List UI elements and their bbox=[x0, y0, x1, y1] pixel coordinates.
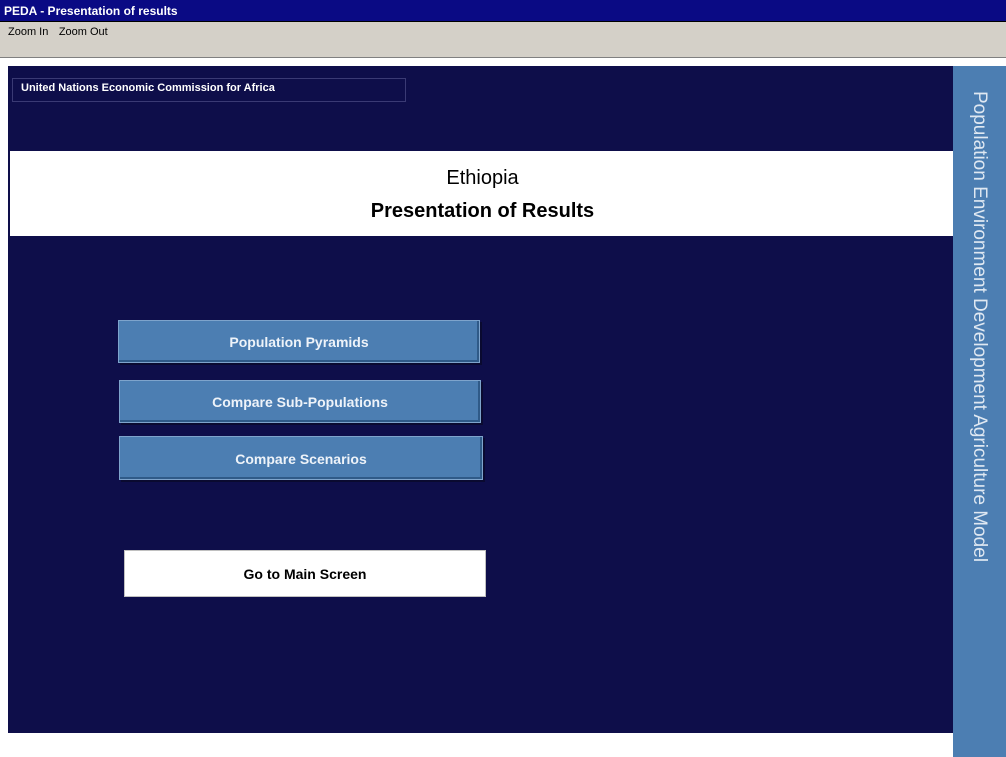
menu-zoom-in[interactable]: Zoom In bbox=[8, 22, 48, 42]
title-band: Ethiopia Presentation of Results bbox=[10, 151, 955, 236]
main-screen-button[interactable]: Go to Main Screen bbox=[124, 550, 486, 597]
model-name-vertical: Population Environment Development Agric… bbox=[969, 91, 990, 563]
bottom-margin bbox=[0, 733, 1006, 757]
model-side-panel: Population Environment Development Agric… bbox=[953, 66, 1006, 757]
population-pyramids-button[interactable]: Population Pyramids bbox=[118, 320, 480, 363]
compare-scenarios-button[interactable]: Compare Scenarios bbox=[119, 436, 483, 480]
country-title: Ethiopia bbox=[446, 167, 519, 189]
window-title: PEDA - Presentation of results bbox=[0, 0, 1006, 22]
menu-bar: Zoom In Zoom Out bbox=[0, 22, 1006, 58]
page-title: Presentation of Results bbox=[370, 200, 595, 222]
menu-zoom-out[interactable]: Zoom Out bbox=[59, 22, 108, 42]
compare-sub-populations-button[interactable]: Compare Sub-Populations bbox=[119, 380, 481, 423]
organization-label: United Nations Economic Commission for A… bbox=[12, 78, 406, 102]
